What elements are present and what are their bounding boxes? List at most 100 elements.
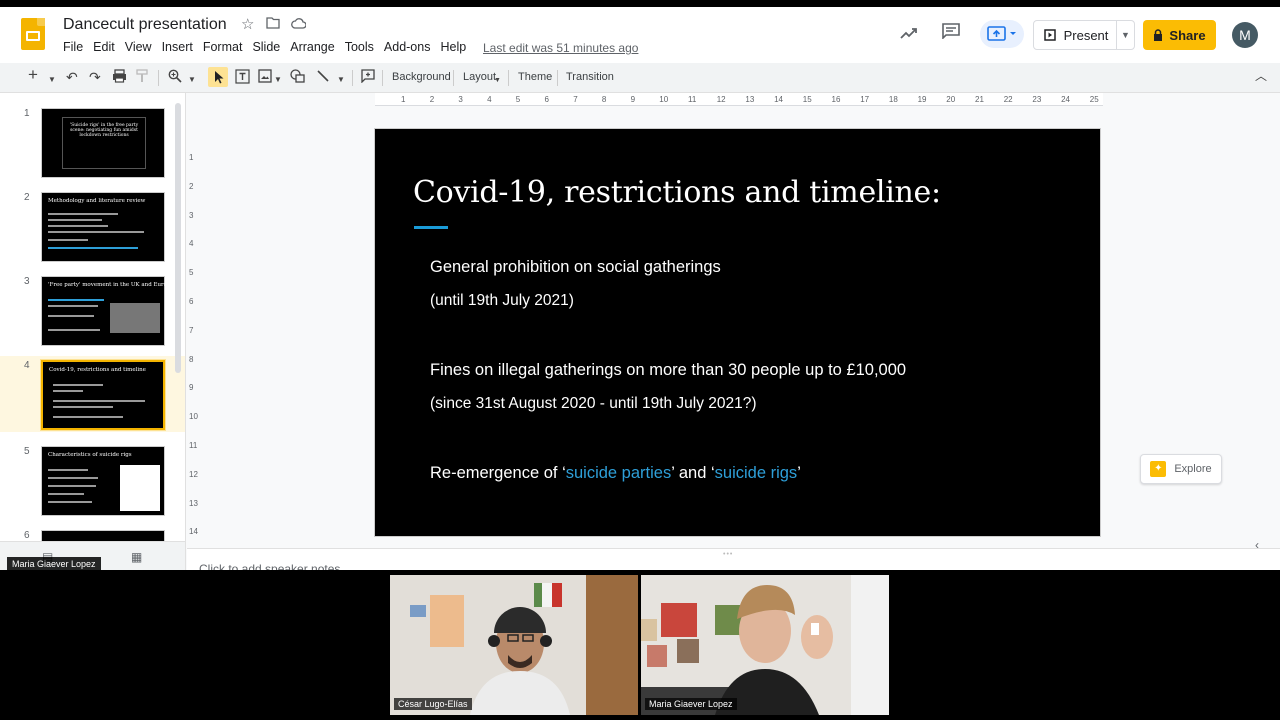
ruler-tick-label: 6 [189, 297, 194, 306]
menu-addons[interactable]: Add-ons [379, 40, 436, 54]
shape-icon[interactable] [290, 69, 305, 86]
zoom-dropdown-icon[interactable]: ▼ [188, 72, 196, 88]
toolbar: + ▼ ↶ ↷ ▼ ▼ ▼ Background Layout ▼ Theme … [0, 63, 1280, 93]
slide-bullet-2[interactable]: Fines on illegal gatherings on more than… [430, 361, 906, 380]
slide-thumbnail-2[interactable]: Methodology and literature review [41, 192, 165, 262]
undo-icon[interactable]: ↶ [66, 69, 78, 85]
slide-bullet-1[interactable]: General prohibition on social gatherings [430, 258, 721, 277]
menu-help[interactable]: Help [435, 40, 471, 54]
participant-name-2: Maria Giaever Lopez [645, 698, 737, 710]
slide-thumbnail-3[interactable]: 'Free party' movement in the UK and Euro… [41, 276, 174, 346]
add-comment-icon[interactable] [361, 69, 375, 86]
ruler-tick-label: 24 [1061, 95, 1070, 104]
menu-tools[interactable]: Tools [340, 40, 379, 54]
zoom-icon[interactable] [168, 69, 182, 86]
document-title[interactable]: Dancecult presentation [63, 16, 227, 34]
layout-button[interactable]: Layout [463, 71, 496, 83]
slide-bullet-2-date[interactable]: (since 31st August 2020 - until 19th Jul… [430, 395, 757, 413]
participant-video-2[interactable]: Maria Giaever Lopez [641, 575, 889, 715]
filmstrip-scrollbar[interactable] [175, 103, 181, 373]
menu-view[interactable]: View [120, 40, 157, 54]
slide-number: 4 [24, 360, 30, 371]
ruler-tick-label: 7 [573, 95, 578, 104]
slide-thumbnail-title: Methodology and literature review [48, 198, 146, 204]
slide-thumbnail-5[interactable]: Characteristics of suicide rigs [41, 446, 165, 516]
vertical-ruler: 1 2 3 4 5 6 7 8 9 10 11 12 13 14 [187, 127, 199, 537]
ruler-tick-label: 4 [189, 239, 194, 249]
slide-number: 1 [24, 108, 30, 119]
new-slide-icon[interactable]: + [28, 66, 38, 83]
slide-workspace: 1 2 3 4 5 6 7 8 9 10 11 12 13 14 15 16 17 18 19 20 21 22 23 24 2… [187, 93, 1280, 570]
meet-present-icon[interactable] [980, 20, 1024, 53]
explore-button[interactable]: ✦ Explore [1140, 454, 1222, 484]
ruler-tick-label: 17 [860, 95, 870, 104]
participant-name-1: César Lugo-Elías [394, 698, 472, 710]
explore-label: Explore [1174, 463, 1212, 475]
text-box-icon[interactable] [235, 69, 250, 87]
ruler-tick-label: 3 [458, 95, 463, 104]
slide-number: 3 [24, 276, 30, 287]
ruler-tick-label: 10 [189, 412, 198, 422]
redo-icon[interactable]: ↷ [89, 69, 101, 85]
present-button[interactable]: Present [1034, 21, 1118, 49]
ruler-tick-label: 2 [429, 95, 435, 104]
ruler-tick-label: 8 [189, 354, 194, 364]
slide-thumbnail-title: 'Free party' movement in the UK and Euro… [48, 282, 174, 288]
ruler-tick-label: 2 [189, 181, 194, 191]
menu-edit[interactable]: Edit [88, 40, 120, 54]
image-dropdown-icon[interactable]: ▼ [274, 72, 282, 88]
slide-canvas[interactable]: Covid-19, restrictions and timeline: Gen… [374, 128, 1101, 537]
ruler-tick-label: 12 [189, 469, 198, 479]
menu-slide[interactable]: Slide [247, 40, 285, 54]
comments-icon[interactable] [942, 23, 960, 44]
speaker-notes-area[interactable]: ••• Click to add speaker notes [187, 548, 1280, 570]
insert-image-icon[interactable] [258, 69, 272, 86]
line-dropdown-icon[interactable]: ▼ [337, 72, 345, 88]
ruler-tick-label: 19 [917, 95, 927, 104]
slide-thumbnail-4[interactable]: Covid-19, restrictions and timeline [41, 360, 165, 430]
ruler-tick-label: 23 [1032, 95, 1042, 104]
slide-thumbnail-title: 'Suicide rigs' in the free party scene: … [69, 123, 139, 138]
new-slide-dropdown-icon[interactable]: ▼ [48, 72, 56, 88]
menu-insert[interactable]: Insert [157, 40, 198, 54]
select-tool-button[interactable] [208, 67, 228, 87]
transition-button[interactable]: Transition [566, 71, 614, 83]
line-icon[interactable] [316, 69, 330, 86]
slide-bullet-3[interactable]: Re-emergence of ‘suicide parties’ and ‘s… [430, 464, 801, 483]
layout-dropdown-icon[interactable]: ▼ [494, 73, 501, 89]
share-button[interactable]: Share [1143, 20, 1216, 50]
slide-number: 2 [24, 192, 30, 203]
slide-thumbnail-1[interactable]: 'Suicide rigs' in the free party scene: … [41, 108, 165, 178]
ruler-tick-label: 14 [189, 527, 198, 537]
last-edit-link[interactable]: Last edit was 51 minutes ago [483, 41, 638, 55]
title-accent-bar [414, 226, 448, 229]
theme-button[interactable]: Theme [518, 71, 552, 83]
side-panel-toggle-icon[interactable]: ‹ [1255, 538, 1259, 552]
suicide-parties-link[interactable]: suicide parties [566, 464, 671, 482]
menu-arrange[interactable]: Arrange [285, 40, 339, 54]
participant-video-1[interactable]: César Lugo-Elías [390, 575, 638, 715]
slide-bullet-1-date[interactable]: (until 19th July 2021) [430, 292, 574, 310]
suicide-rigs-link[interactable]: suicide rigs [715, 464, 798, 482]
present-dropdown-icon[interactable]: ▼ [1116, 21, 1134, 49]
move-folder-icon[interactable] [266, 16, 280, 34]
ruler-tick-label: 9 [630, 95, 636, 104]
grid-view-icon[interactable]: ▦ [131, 550, 142, 564]
slideshow-icon [1043, 29, 1056, 41]
slide-title[interactable]: Covid-19, restrictions and timeline: [413, 175, 941, 210]
paint-format-icon[interactable] [136, 69, 148, 86]
menu-format[interactable]: Format [198, 40, 248, 54]
notes-resize-handle[interactable]: ••• [723, 551, 733, 558]
menu-file[interactable]: File [63, 40, 88, 54]
ruler-tick-label: 20 [946, 95, 956, 104]
activity-trend-icon[interactable] [900, 23, 918, 44]
background-button[interactable]: Background [392, 71, 451, 83]
speaker-notes-placeholder[interactable]: Click to add speaker notes [199, 562, 340, 570]
star-icon[interactable]: ☆ [241, 16, 254, 34]
ruler-tick-label: 7 [189, 325, 194, 335]
print-icon[interactable] [112, 69, 127, 86]
collapse-menus-icon[interactable]: ︿ [1255, 68, 1267, 84]
slides-logo-icon[interactable] [21, 18, 45, 50]
account-avatar[interactable]: M [1232, 22, 1258, 48]
cloud-saved-icon[interactable] [291, 16, 307, 34]
